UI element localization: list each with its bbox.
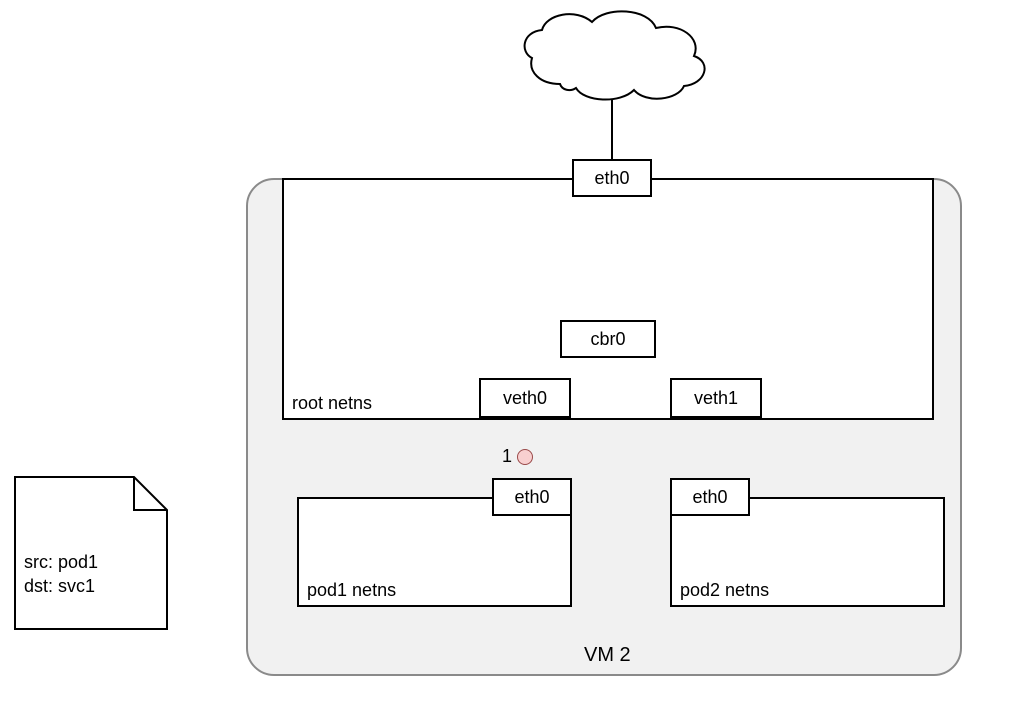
marker-dot-1 — [517, 449, 533, 465]
pod1-eth0-box: eth0 — [492, 478, 572, 516]
pod2-eth0-label: eth0 — [692, 487, 727, 508]
note-dst-line: dst: svc1 — [24, 574, 98, 598]
root-netns-box — [282, 178, 934, 420]
pod2-eth0-box: eth0 — [670, 478, 750, 516]
cbr0-box: cbr0 — [560, 320, 656, 358]
veth0-label: veth0 — [503, 388, 547, 409]
cloud-icon — [525, 11, 705, 99]
root-eth0-box: eth0 — [572, 159, 652, 197]
root-netns-label: root netns — [292, 393, 372, 414]
note-text: src: pod1 dst: svc1 — [24, 550, 98, 599]
veth0-box: veth0 — [479, 378, 571, 418]
root-eth0-label: eth0 — [594, 168, 629, 189]
cbr0-label: cbr0 — [590, 329, 625, 350]
diagram-stage: root netns eth0 cbr0 veth0 veth1 pod1 ne… — [0, 0, 1012, 702]
pod1-netns-label: pod1 netns — [307, 580, 396, 601]
marker-num-1: 1 — [502, 446, 512, 467]
veth1-label: veth1 — [694, 388, 738, 409]
pod1-eth0-label: eth0 — [514, 487, 549, 508]
vm-title: VM 2 — [584, 644, 631, 667]
veth1-box: veth1 — [670, 378, 762, 418]
note-src-line: src: pod1 — [24, 550, 98, 574]
packet-note: src: pod1 dst: svc1 — [14, 476, 168, 630]
pod2-netns-label: pod2 netns — [680, 580, 769, 601]
